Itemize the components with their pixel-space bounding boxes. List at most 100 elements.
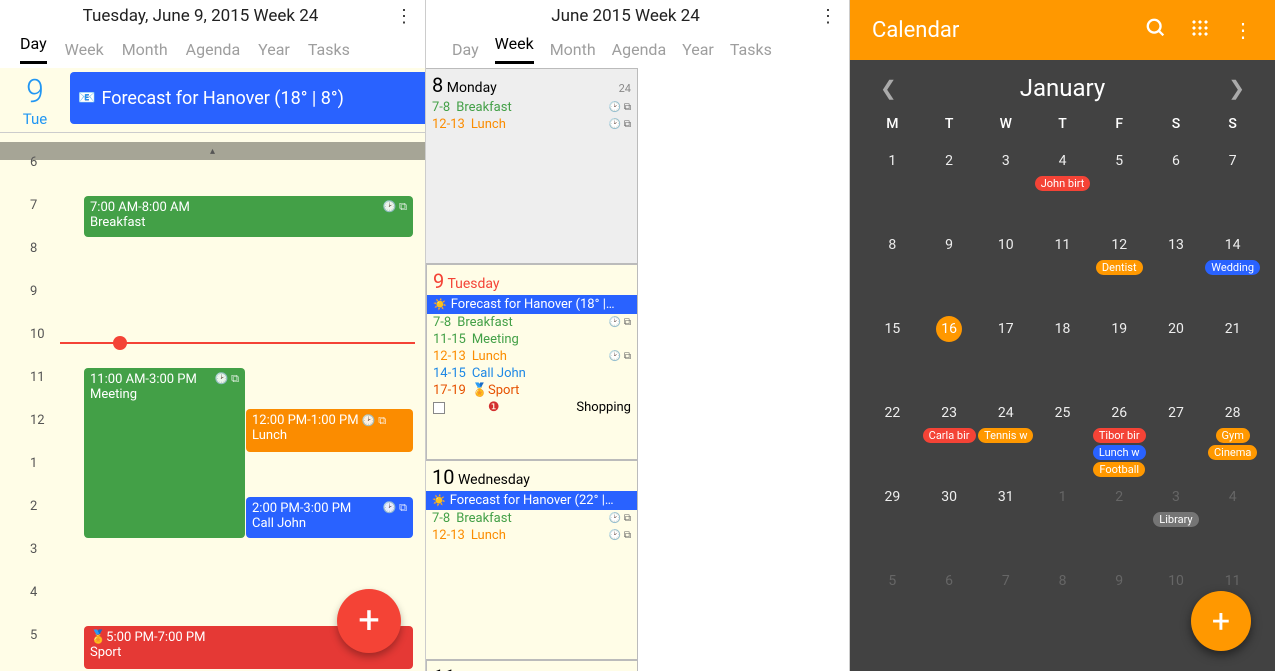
month-day-cell[interactable]: 31 <box>977 478 1034 562</box>
forecast-text: Forecast for Hanover (18° | 8°) <box>101 88 343 109</box>
month-day-cell[interactable]: 10 <box>977 226 1034 310</box>
view-tabs: Day Week Month Agenda Year Tasks <box>438 30 837 68</box>
month-day-cell[interactable]: 2 <box>1091 478 1148 562</box>
month-name: January <box>1020 74 1106 102</box>
event-chip[interactable]: Tibor bir <box>1093 428 1146 443</box>
tab-week[interactable]: Week <box>495 34 534 64</box>
event-chip[interactable]: Gym <box>1216 428 1250 443</box>
hour-label: 6 <box>0 151 60 194</box>
month-day-cell[interactable]: 3Library <box>1148 478 1205 562</box>
month-day-cell[interactable]: 15 <box>864 310 921 394</box>
overflow-menu-icon[interactable]: ⋮ <box>1233 18 1253 42</box>
forecast-bar[interactable]: 📧 Forecast for Hanover (18° | 8°) <box>70 72 425 124</box>
weather-icon: ☀️ <box>433 298 447 311</box>
month-day-cell[interactable]: 12Dentist <box>1091 226 1148 310</box>
hour-label: 7 <box>0 194 60 237</box>
week-day-cell[interactable]: 9 Tuesday☀️Forecast for Hanover (18° |…7… <box>426 264 638 460</box>
month-day-cell[interactable]: 29 <box>864 478 921 562</box>
month-day-cell[interactable]: 5 <box>1091 142 1148 226</box>
month-day-cell[interactable]: 23Carla bir <box>921 394 978 478</box>
month-day-cell[interactable]: 8 <box>864 226 921 310</box>
hour-label: 3 <box>0 538 60 581</box>
month-day-cell[interactable]: 24Tennis w <box>977 394 1034 478</box>
event-chip[interactable]: Wedding <box>1205 260 1260 275</box>
month-day-cell[interactable]: 9 <box>921 226 978 310</box>
event-chip[interactable]: John birt <box>1035 176 1091 191</box>
week-day-cell[interactable]: 8 Monday247-8Breakfast🕑 ⧉12-13Lunch🕑 ⧉ <box>426 68 638 264</box>
month-day-cell[interactable]: 7 <box>1204 142 1261 226</box>
month-day-cell[interactable]: 13 <box>1148 226 1205 310</box>
month-day-cell[interactable]: 1 <box>1034 478 1091 562</box>
overflow-menu-icon[interactable]: ⋮ <box>813 6 837 27</box>
day-view-pane: Tuesday, June 9, 2015 Week 24 ⋮ Day Week… <box>0 0 425 671</box>
month-day-cell[interactable]: 20 <box>1148 310 1205 394</box>
month-day-cell[interactable]: 19 <box>1091 310 1148 394</box>
month-day-cell[interactable]: 5 <box>864 562 921 646</box>
next-month-icon[interactable]: ❯ <box>1228 76 1245 100</box>
task-checkbox[interactable] <box>433 402 445 414</box>
weather-icon: 📧 <box>78 90 95 106</box>
event-chip[interactable]: Tennis w <box>978 428 1033 443</box>
recurring-icon: 🕑 ⧉ <box>609 119 631 130</box>
month-day-cell[interactable]: 30 <box>921 478 978 562</box>
recurring-icon: 🕑 ⧉ <box>609 351 631 362</box>
event-chip[interactable]: Carla bir <box>923 428 976 443</box>
week-view-pane: June 2015 Week 24 ⋮ Day Week Month Agend… <box>425 0 850 671</box>
tab-month[interactable]: Month <box>550 40 596 59</box>
month-day-cell[interactable]: 4 <box>1204 478 1261 562</box>
month-day-cell[interactable]: 9 <box>1091 562 1148 646</box>
month-day-cell[interactable]: 2 <box>921 142 978 226</box>
tab-tasks[interactable]: Tasks <box>308 40 350 59</box>
event-chip[interactable]: Dentist <box>1096 260 1143 275</box>
tab-tasks[interactable]: Tasks <box>730 40 772 59</box>
tab-month[interactable]: Month <box>122 40 168 59</box>
month-day-cell[interactable]: 6 <box>1148 142 1205 226</box>
month-day-cell[interactable]: 14Wedding <box>1204 226 1261 310</box>
event-block[interactable]: 7:00 AM-8:00 AMBreakfast🕑 ⧉ <box>84 196 413 237</box>
forecast-bar[interactable]: ☀️Forecast for Hanover (22° |… <box>426 491 637 510</box>
month-day-cell[interactable]: 28GymCinema <box>1204 394 1261 478</box>
week-day-cell[interactable]: 11 Thursday☀️Forecast for Hanover (24° |… <box>426 660 638 671</box>
tab-week[interactable]: Week <box>65 40 104 59</box>
month-day-cell[interactable]: 8 <box>1034 562 1091 646</box>
event-chip[interactable]: Lunch w <box>1093 445 1146 460</box>
tab-agenda[interactable]: Agenda <box>612 40 666 59</box>
month-day-cell[interactable]: 16 <box>921 310 978 394</box>
tab-year[interactable]: Year <box>682 40 714 59</box>
tab-day[interactable]: Day <box>20 34 47 64</box>
prev-month-icon[interactable]: ❮ <box>880 76 897 100</box>
week-day-cell[interactable]: 10 Wednesday☀️Forecast for Hanover (22° … <box>426 460 638 660</box>
month-day-cell[interactable]: 27 <box>1148 394 1205 478</box>
forecast-bar[interactable]: ☀️Forecast for Hanover (18° |… <box>427 295 637 314</box>
tab-year[interactable]: Year <box>258 40 290 59</box>
search-icon[interactable] <box>1145 17 1167 44</box>
month-day-cell[interactable]: 17 <box>977 310 1034 394</box>
week-grid: 8 Monday247-8Breakfast🕑 ⧉12-13Lunch🕑 ⧉9 … <box>426 68 849 671</box>
add-event-fab[interactable]: + <box>337 589 401 653</box>
tab-agenda[interactable]: Agenda <box>186 40 240 59</box>
hour-label: 4 <box>0 581 60 624</box>
month-day-cell[interactable]: 26Tibor birLunch wFootball <box>1091 394 1148 478</box>
app-title: Calendar <box>872 18 1121 43</box>
month-day-cell[interactable]: 22 <box>864 394 921 478</box>
month-day-cell[interactable]: 11 <box>1034 226 1091 310</box>
view-tabs: Day Week Month Agenda Year Tasks <box>12 30 413 68</box>
event-chip[interactable]: Cinema <box>1208 445 1257 460</box>
event-block[interactable]: 12:00 PM-1:00 PM 🕑 ⧉Lunch <box>246 409 413 452</box>
month-day-cell[interactable]: 7 <box>977 562 1034 646</box>
add-event-fab[interactable]: + <box>1191 591 1251 651</box>
month-day-cell[interactable]: 1 <box>864 142 921 226</box>
month-day-cell[interactable]: 21 <box>1204 310 1261 394</box>
event-block[interactable]: 11:00 AM-3:00 PMMeeting🕑 ⧉ <box>84 368 245 538</box>
event-chip[interactable]: Library <box>1153 512 1198 527</box>
tab-day[interactable]: Day <box>452 40 479 59</box>
month-day-cell[interactable]: 18 <box>1034 310 1091 394</box>
month-day-cell[interactable]: 4John birt <box>1034 142 1091 226</box>
month-day-cell[interactable]: 6 <box>921 562 978 646</box>
apps-grid-icon[interactable] <box>1191 18 1209 42</box>
month-day-cell[interactable]: 3 <box>977 142 1034 226</box>
event-block[interactable]: 2:00 PM-3:00 PMCall John🕑 ⧉ <box>246 497 413 538</box>
event-chip[interactable]: Football <box>1093 462 1145 477</box>
month-day-cell[interactable]: 25 <box>1034 394 1091 478</box>
overflow-menu-icon[interactable]: ⋮ <box>389 6 413 27</box>
